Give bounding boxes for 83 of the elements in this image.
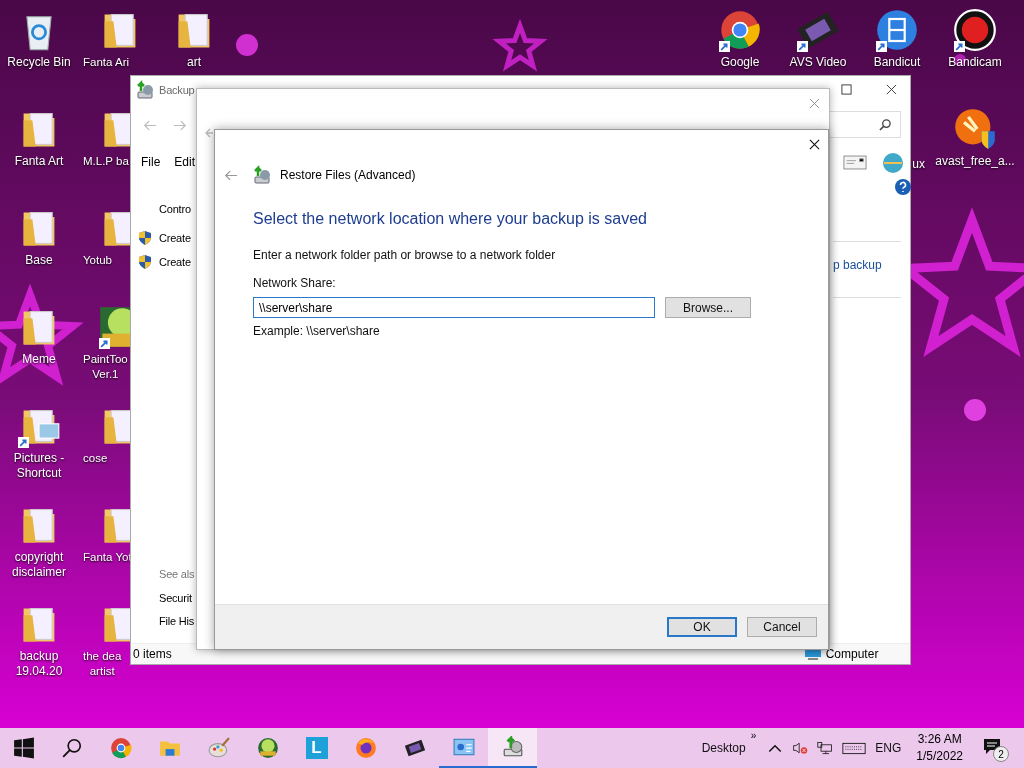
instruction-text: Enter a network folder path or browse to a network folder (253, 248, 557, 262)
desktop-icon-label[interactable]: Bandicam (948, 55, 1002, 70)
search-icon (879, 118, 892, 131)
desktop-icon-label[interactable]: art (187, 55, 201, 70)
toolbar-chevron[interactable]: » (750, 730, 757, 741)
chrome-icon (718, 8, 762, 52)
star-drawing (492, 18, 548, 72)
pane-heading: Contro (159, 203, 191, 215)
desktop-icon-label[interactable]: AVS Video (789, 55, 847, 70)
cancel-button[interactable]: Cancel (747, 617, 817, 637)
browse-button[interactable]: Browse... (665, 297, 751, 318)
example-text: Example: \\server\share (253, 324, 381, 338)
dialog-title: Restore Files (Advanced) (280, 168, 416, 182)
ok-button[interactable]: OK (667, 617, 737, 637)
windows-start-icon (12, 737, 35, 759)
dot-drawing (236, 34, 258, 56)
desktop-icon-label[interactable]: copyright disclaimer (12, 550, 66, 580)
desktop-icon-label[interactable]: avast_free_a... (935, 154, 1015, 169)
shortcut-arrow-icon (954, 41, 965, 52)
chrome-icon (109, 737, 132, 759)
desktop-icon-label[interactable]: Bandicut (873, 55, 921, 70)
back-arrow-icon[interactable] (224, 169, 238, 181)
network-icon[interactable] (817, 740, 834, 756)
pane-link[interactable]: Create (159, 232, 191, 244)
desktop-icon-label[interactable]: Base (25, 253, 53, 268)
network-share-field[interactable]: \\server\share (253, 297, 655, 318)
desktop-icon-label[interactable]: the dea artist (83, 649, 122, 679)
envelope-icon[interactable] (843, 155, 867, 170)
pane-link[interactable]: File His (159, 614, 195, 627)
globe-icon[interactable] (881, 150, 905, 174)
menu-item[interactable]: File (141, 155, 161, 169)
app-letter-icon: L (305, 737, 328, 759)
paint-palette-icon (207, 737, 230, 759)
shortcut-arrow-icon (797, 41, 808, 52)
desktop-icon-label[interactable]: PaintToo Ver.1 (83, 352, 128, 382)
backup-drive-icon (252, 165, 272, 185)
desktop-icon-label[interactable]: Meme (22, 352, 56, 367)
control-panel-icon (452, 736, 475, 758)
keyboard-icon[interactable] (842, 741, 867, 755)
desktop-icon-label[interactable]: Yotub (83, 253, 112, 268)
menu-item[interactable]: Edit (174, 155, 196, 169)
help-icon[interactable] (895, 179, 911, 195)
paint-tool-icon (256, 737, 279, 759)
link[interactable]: p backup (833, 241, 901, 298)
desktop-icon-label[interactable]: M.L.P ba (83, 154, 129, 169)
shortcut-arrow-icon (876, 41, 887, 52)
toolbar-label[interactable]: Desktop (701, 741, 746, 755)
dot-drawing (964, 399, 986, 421)
item-count: 0 items (133, 647, 172, 661)
desktop-icon-label[interactable]: Fanta Art (14, 154, 64, 169)
shortcut-arrow-icon (99, 338, 110, 349)
shortcut-arrow-icon (18, 437, 29, 448)
film-circle-icon (875, 8, 919, 52)
close-icon[interactable] (809, 139, 820, 150)
desktop-icon-label[interactable]: Fanta Ari (83, 55, 130, 70)
desktop-icon-label[interactable]: ux (912, 157, 925, 172)
dialog-heading: Select the network location where your backup is saved (253, 210, 648, 228)
backup-drive-icon (501, 736, 524, 758)
pane-link[interactable]: Create (159, 256, 191, 268)
desktop-icon-label[interactable]: Google (720, 55, 760, 70)
record-icon (953, 8, 997, 52)
close-icon[interactable] (886, 84, 897, 95)
field-label: Network Share: (253, 276, 337, 290)
desktop-icon-label[interactable]: Recycle Bin (7, 55, 71, 70)
shield-badge-icon (953, 107, 997, 151)
search-icon (60, 737, 83, 759)
firefox-icon (354, 737, 377, 759)
section-label: See als (159, 568, 195, 580)
shield-icon (137, 230, 153, 246)
volume-muted-icon[interactable] (792, 740, 809, 756)
clock[interactable]: 3:26 AM 1/5/2022 (916, 731, 963, 765)
shield-icon (137, 254, 153, 270)
desktop-icon-label[interactable]: cose (83, 451, 108, 466)
language-indicator[interactable]: ENG (875, 741, 902, 755)
maximize-icon[interactable] (841, 84, 852, 95)
location-label: Computer (825, 647, 879, 661)
pane-link[interactable]: Securit (159, 591, 192, 604)
window-title: Backup (159, 84, 195, 96)
backup-app-icon (135, 80, 155, 100)
desktop-icon-label[interactable]: Pictures - Shortcut (13, 451, 65, 481)
desktop-icon-label[interactable]: backup 19.04.20 (15, 649, 63, 679)
notification-count: 2 (993, 746, 1009, 762)
shortcut-arrow-icon (719, 41, 730, 52)
